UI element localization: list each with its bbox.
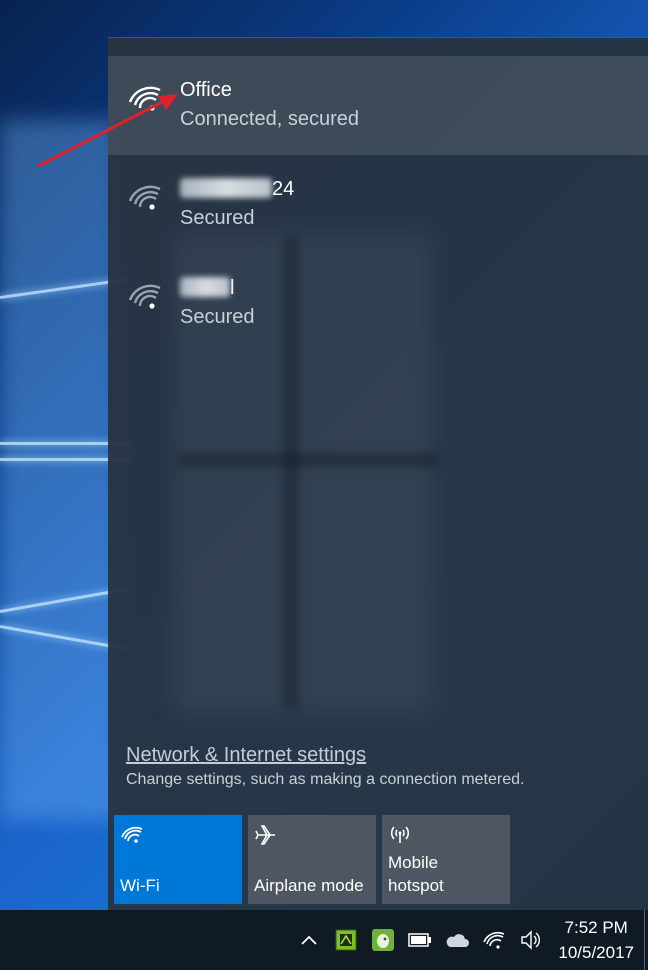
tile-label: Airplane mode (254, 876, 364, 895)
clock-date: 10/5/2017 (558, 943, 634, 962)
system-tray: 7:52 PM 10/5/2017 (295, 910, 648, 970)
quick-action-tiles: Wi-Fi Airplane mode Mobile hotspot (114, 815, 510, 904)
tile-label: Wi-Fi (120, 876, 160, 895)
network-list: Office Connected, secured 24 Secured l S… (108, 56, 648, 353)
network-status: Connected, secured (180, 108, 360, 130)
chevron-up-icon[interactable] (295, 926, 323, 954)
settings-section: Network & Internet settings Change setti… (126, 742, 626, 789)
evernote-icon[interactable] (369, 926, 397, 954)
wifi-icon[interactable] (480, 926, 508, 954)
network-status: Secured (180, 207, 255, 229)
wifi-signal-icon (128, 86, 161, 111)
clock-time: 7:52 PM (564, 918, 628, 937)
tile-label: Mobile hotspot (388, 853, 444, 895)
network-status: Secured (180, 306, 255, 328)
volume-icon[interactable] (517, 926, 545, 954)
network-name: 24 (180, 176, 648, 202)
clock[interactable]: 7:52 PM 10/5/2017 (558, 915, 634, 965)
battery-icon[interactable] (406, 926, 434, 954)
redacted-name (180, 178, 272, 198)
network-item-office[interactable]: Office Connected, secured (108, 56, 648, 155)
network-name: l (180, 275, 648, 301)
settings-description: Change settings, such as making a connec… (126, 771, 525, 788)
network-flyout: Office Connected, secured 24 Secured l S… (108, 37, 648, 910)
network-name: Office (180, 79, 232, 101)
wifi-signal-icon (128, 284, 161, 309)
airplane-mode-tile[interactable]: Airplane mode (248, 815, 376, 904)
mobile-hotspot-tile[interactable]: Mobile hotspot (382, 815, 510, 904)
network-item-2[interactable]: 24 Secured (108, 155, 648, 254)
show-desktop-button[interactable] (644, 910, 648, 970)
wifi-toggle-tile[interactable]: Wi-Fi (114, 815, 242, 904)
redacted-name (180, 277, 230, 297)
network-settings-link[interactable]: Network & Internet settings (126, 742, 626, 768)
taskbar: 7:52 PM 10/5/2017 (0, 910, 648, 970)
wifi-signal-icon (128, 185, 161, 210)
app-icon-green[interactable] (332, 926, 360, 954)
airplane-icon (255, 825, 275, 845)
wifi-icon (121, 826, 143, 843)
hotspot-icon (390, 826, 410, 843)
onedrive-icon[interactable] (443, 926, 471, 954)
network-item-3[interactable]: l Secured (108, 254, 648, 353)
